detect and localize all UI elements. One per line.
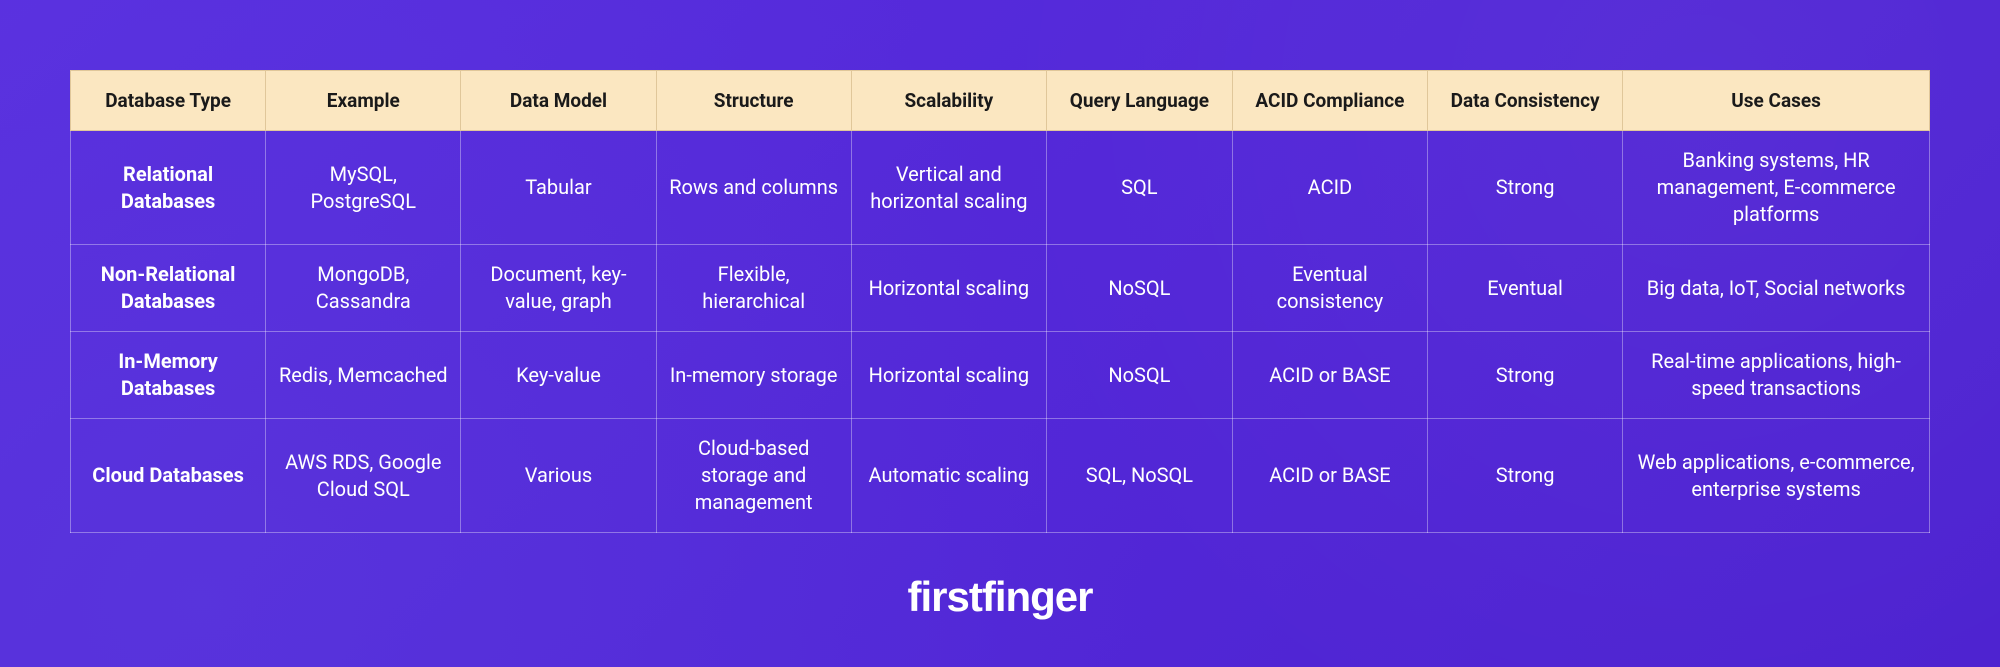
col-header: Data Model <box>461 71 656 131</box>
col-header: ACID Compliance <box>1232 71 1427 131</box>
cell: NoSQL <box>1046 332 1232 419</box>
database-comparison-table: Database Type Example Data Model Structu… <box>70 70 1930 533</box>
cell: Strong <box>1428 131 1623 245</box>
col-header: Structure <box>656 71 851 131</box>
table-row: Relational Databases MySQL, PostgreSQL T… <box>71 131 1930 245</box>
cell: ACID or BASE <box>1232 332 1427 419</box>
table-row: Non-Relational Databases MongoDB, Cassan… <box>71 245 1930 332</box>
cell: Redis, Memcached <box>266 332 461 419</box>
cell: In-memory storage <box>656 332 851 419</box>
cell: ACID or BASE <box>1232 419 1427 533</box>
cell: Various <box>461 419 656 533</box>
cell: Automatic scaling <box>851 419 1046 533</box>
cell: Eventual consistency <box>1232 245 1427 332</box>
col-header: Data Consistency <box>1428 71 1623 131</box>
cell: Rows and columns <box>656 131 851 245</box>
cell: Web applications, e-commerce, enterprise… <box>1623 419 1930 533</box>
col-header: Query Language <box>1046 71 1232 131</box>
row-head: Cloud Databases <box>71 419 266 533</box>
cell: Cloud-based storage and management <box>656 419 851 533</box>
cell: Eventual <box>1428 245 1623 332</box>
row-head: In-Memory Databases <box>71 332 266 419</box>
table-row: Cloud Databases AWS RDS, Google Cloud SQ… <box>71 419 1930 533</box>
table-row: In-Memory Databases Redis, Memcached Key… <box>71 332 1930 419</box>
row-head: Relational Databases <box>71 131 266 245</box>
col-header: Scalability <box>851 71 1046 131</box>
table-header-row: Database Type Example Data Model Structu… <box>71 71 1930 131</box>
cell: Flexible, hierarchical <box>656 245 851 332</box>
col-header: Example <box>266 71 461 131</box>
cell: AWS RDS, Google Cloud SQL <box>266 419 461 533</box>
cell: SQL, NoSQL <box>1046 419 1232 533</box>
cell: NoSQL <box>1046 245 1232 332</box>
cell: Horizontal scaling <box>851 332 1046 419</box>
cell: MySQL, PostgreSQL <box>266 131 461 245</box>
col-header: Database Type <box>71 71 266 131</box>
cell: Key-value <box>461 332 656 419</box>
cell: Real-time applications, high-speed trans… <box>1623 332 1930 419</box>
cell: Banking systems, HR management, E-commer… <box>1623 131 1930 245</box>
cell: SQL <box>1046 131 1232 245</box>
cell: Big data, IoT, Social networks <box>1623 245 1930 332</box>
row-head: Non-Relational Databases <box>71 245 266 332</box>
brand-logo: firstfinger <box>907 573 1092 621</box>
cell: Strong <box>1428 332 1623 419</box>
brand-text: firstfinger <box>907 573 1092 621</box>
cell: Tabular <box>461 131 656 245</box>
col-header: Use Cases <box>1623 71 1930 131</box>
cell: ACID <box>1232 131 1427 245</box>
cell: Horizontal scaling <box>851 245 1046 332</box>
cell: Vertical and horizontal scaling <box>851 131 1046 245</box>
cell: MongoDB, Cassandra <box>266 245 461 332</box>
cell: Document, key-value, graph <box>461 245 656 332</box>
cell: Strong <box>1428 419 1623 533</box>
